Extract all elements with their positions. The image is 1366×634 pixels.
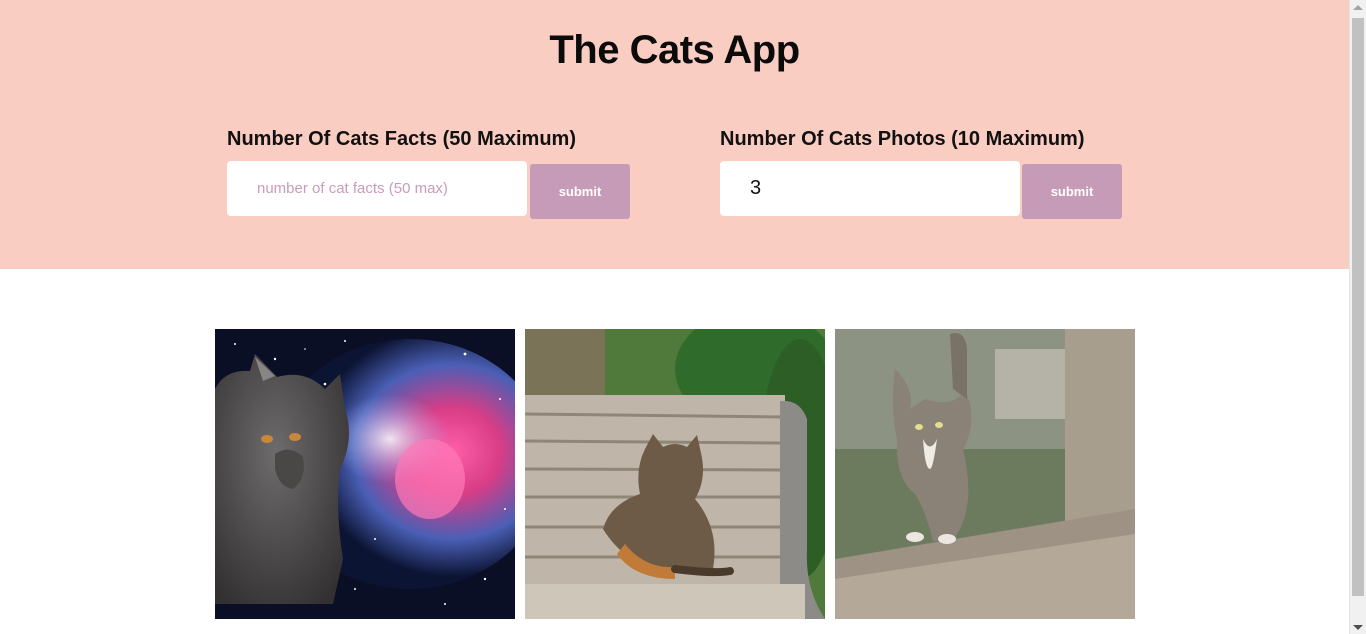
cat-in-space-photo bbox=[215, 329, 515, 619]
scroll-down-icon[interactable] bbox=[1353, 625, 1363, 630]
cat-photos-submit-button[interactable]: submit bbox=[1022, 164, 1122, 219]
cat-facts-form: Number Of Cats Facts (50 Maximum) submit bbox=[227, 126, 630, 219]
page: The Cats App Number Of Cats Facts (50 Ma… bbox=[0, 0, 1349, 634]
vertical-scrollbar[interactable] bbox=[1349, 0, 1366, 634]
app-title: The Cats App bbox=[549, 28, 800, 72]
scroll-thumb[interactable] bbox=[1352, 18, 1364, 596]
cat-facts-field-row: submit bbox=[227, 161, 647, 221]
cat-facts-submit-button[interactable]: submit bbox=[530, 164, 630, 219]
scroll-up-icon[interactable] bbox=[1353, 5, 1363, 10]
app-header: The Cats App Number Of Cats Facts (50 Ma… bbox=[0, 0, 1349, 269]
cat-on-bench-photo bbox=[525, 329, 825, 619]
cat-photos-input[interactable] bbox=[720, 161, 1020, 216]
cat-photos-label: Number Of Cats Photos (10 Maximum) bbox=[720, 128, 1085, 150]
cat-photos-form: Number Of Cats Photos (10 Maximum) submi… bbox=[720, 126, 1122, 219]
cat-photo-gallery bbox=[215, 329, 1135, 619]
cat-facts-input[interactable] bbox=[227, 161, 527, 216]
cat-facts-label: Number Of Cats Facts (50 Maximum) bbox=[227, 128, 576, 150]
kitten-walking-photo bbox=[835, 329, 1135, 619]
cat-photos-field-row: submit bbox=[720, 161, 1140, 221]
